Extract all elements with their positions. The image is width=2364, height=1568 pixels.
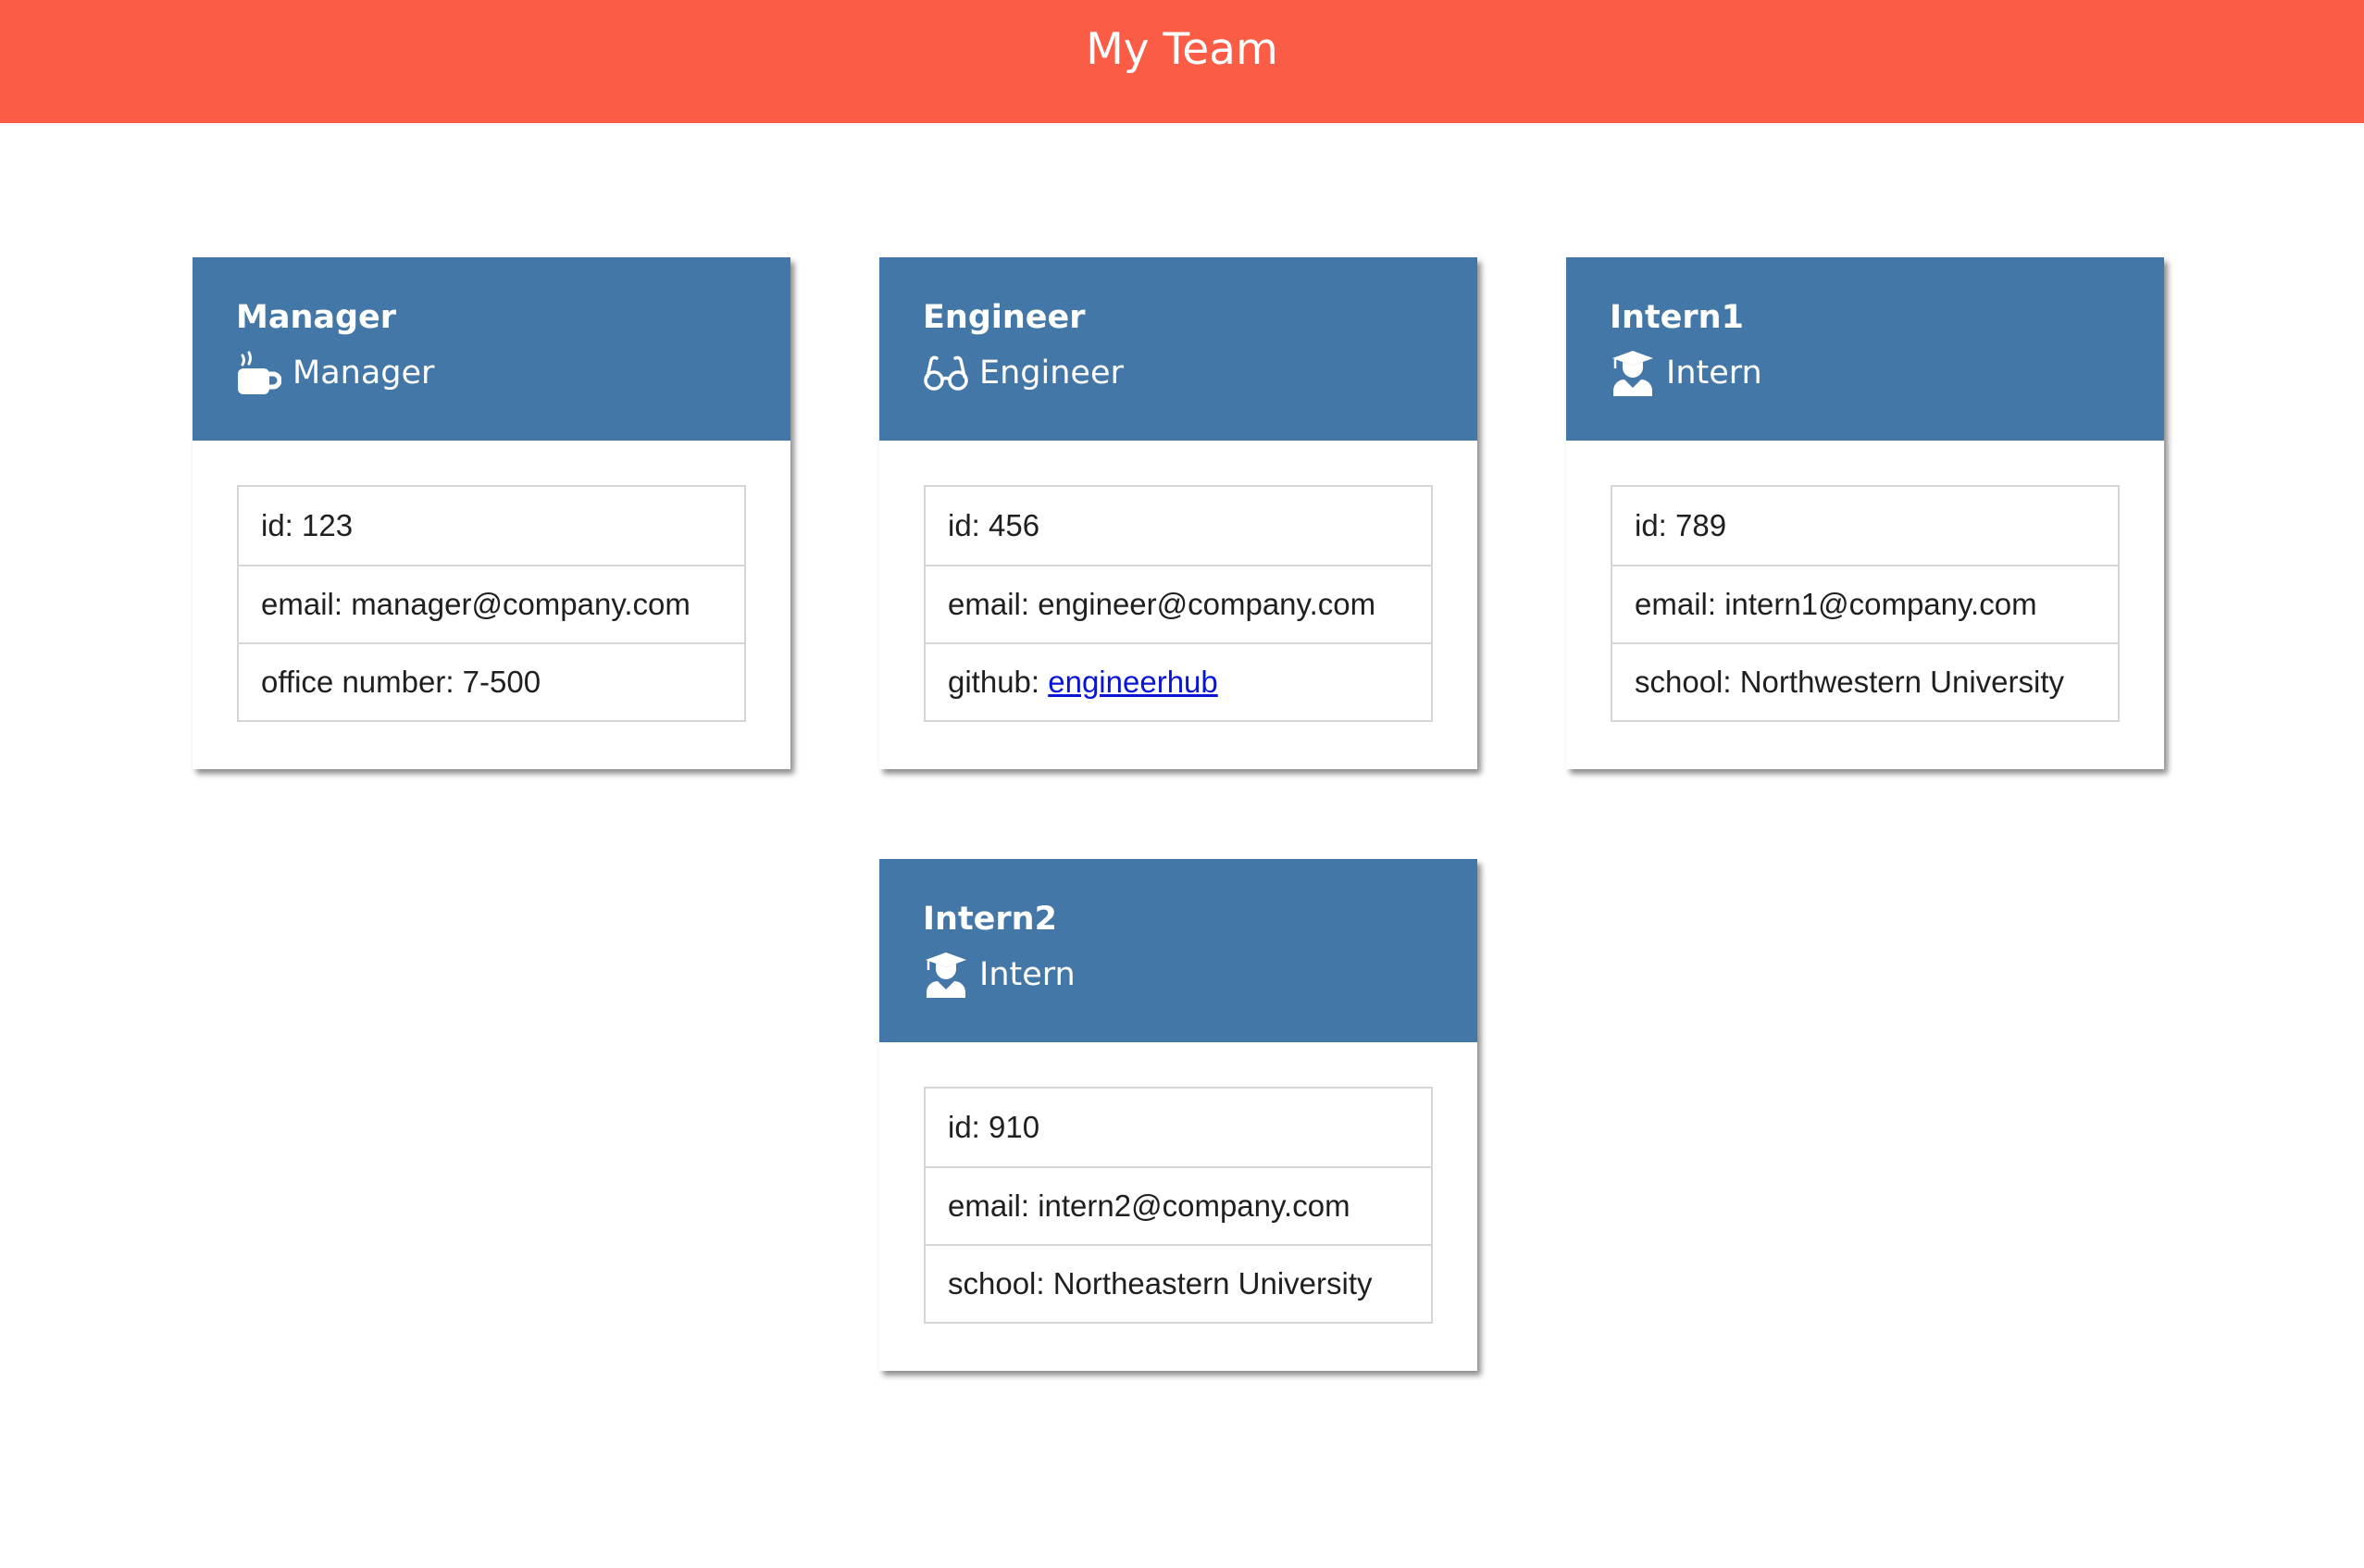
card-body: id: 910 email: intern2@company.com schoo…: [924, 1087, 1433, 1324]
card-role: Manager: [236, 350, 434, 396]
card-name: Intern2: [923, 901, 1057, 938]
card-body: id: 456 email: engineer@company.com gith…: [924, 485, 1433, 722]
email-item: email: intern1@company.com: [1612, 565, 2118, 642]
card-header: Manager Manager: [193, 257, 790, 441]
graduate-icon: [1610, 350, 1656, 396]
card-header: Intern2 Intern: [879, 859, 1477, 1042]
email-item: email: engineer@company.com: [926, 565, 1431, 642]
info-list: id: 123 email: manager@company.com offic…: [237, 485, 746, 722]
team-card-engineer: Engineer Engineer id: 456 email: enginee…: [879, 257, 1477, 769]
card-name: Engineer: [923, 299, 1086, 336]
card-role-label: Intern: [1666, 355, 1762, 392]
id-item: id: 789: [1635, 508, 1727, 542]
card-role-label: Engineer: [979, 355, 1124, 392]
team-card-manager: Manager Manager id: 123 email: manager@c…: [193, 257, 790, 769]
card-name: Manager: [236, 299, 397, 336]
card-role: Engineer: [923, 350, 1124, 396]
card-role: Intern: [1610, 350, 1762, 396]
email-item: email: manager@company.com: [239, 565, 744, 642]
card-role-label: Intern: [979, 956, 1076, 993]
team-card-intern1: Intern1 Intern id: 789 email: intern1@co…: [1566, 257, 2164, 769]
github-link[interactable]: engineerhub: [1048, 665, 1218, 700]
card-role-label: Manager: [292, 355, 435, 392]
team-card-intern2: Intern2 Intern id: 910 email: intern2@co…: [879, 859, 1477, 1371]
id-item: id: 456: [948, 508, 1040, 542]
id-item: id: 123: [261, 508, 354, 542]
card-header: Engineer Engineer: [879, 257, 1477, 441]
github-item: github: engineerhub: [926, 642, 1431, 720]
card-name: Intern1: [1610, 299, 1744, 336]
email-item: email: intern2@company.com: [926, 1166, 1431, 1244]
card-header: Intern1 Intern: [1566, 257, 2164, 441]
school-item: school: Northeastern University: [926, 1244, 1431, 1322]
id-item: id: 910: [948, 1110, 1040, 1144]
coffee-mug-icon: [236, 350, 282, 396]
info-list: id: 910 email: intern2@company.com schoo…: [924, 1087, 1433, 1324]
graduate-icon: [923, 952, 969, 998]
office-number-item: office number: 7-500: [239, 642, 744, 720]
card-body: id: 123 email: manager@company.com offic…: [237, 485, 746, 722]
info-list: id: 456 email: engineer@company.com gith…: [924, 485, 1433, 722]
glasses-icon: [923, 350, 969, 396]
github-label: github:: [948, 665, 1049, 699]
info-list: id: 789 email: intern1@company.com schoo…: [1611, 485, 2120, 722]
card-body: id: 789 email: intern1@company.com schoo…: [1611, 485, 2120, 722]
page-header: My Team: [0, 0, 2364, 123]
page-title: My Team: [1086, 24, 1278, 75]
card-role: Intern: [923, 952, 1076, 998]
school-item: school: Northwestern University: [1612, 642, 2118, 720]
